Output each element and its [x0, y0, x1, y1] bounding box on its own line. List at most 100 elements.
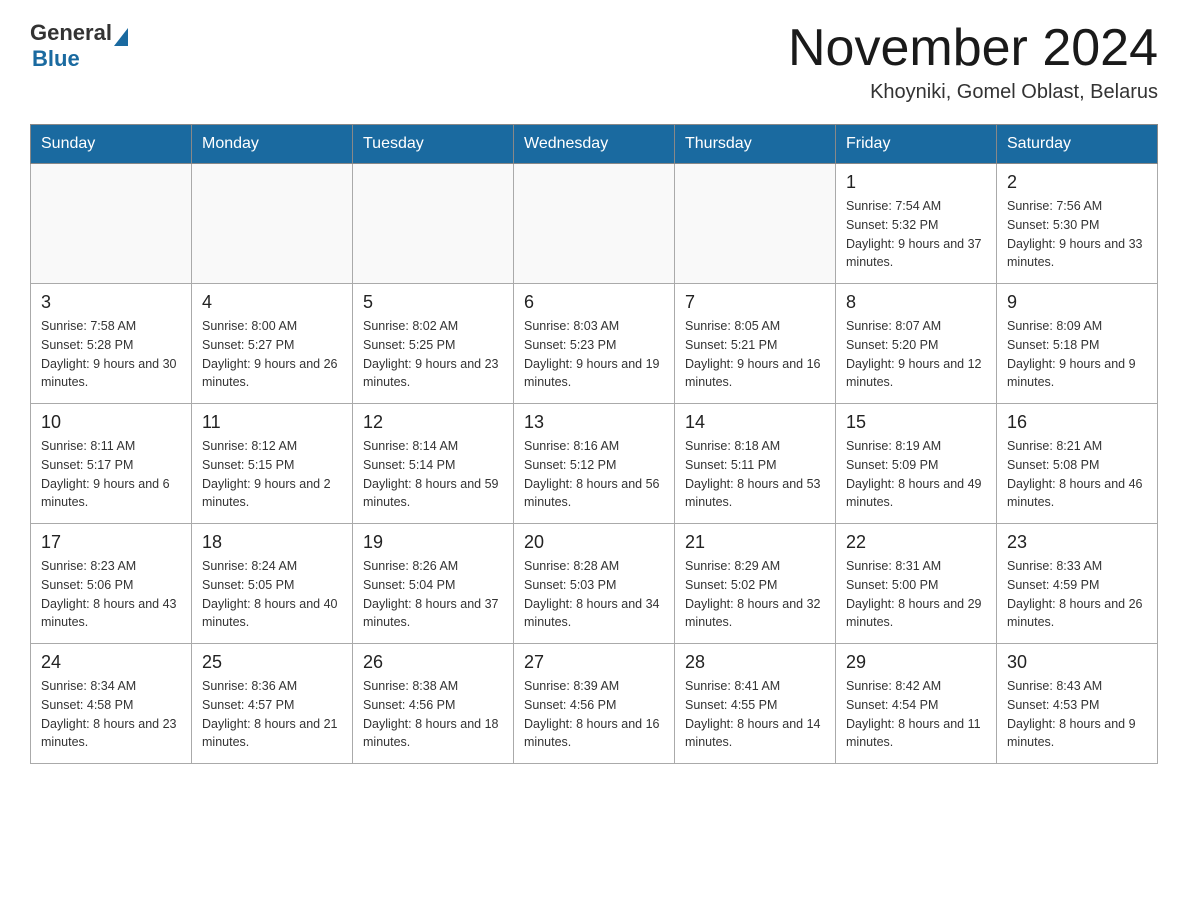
page-header: General Blue November 2024 Khoyniki, Gom… [30, 20, 1158, 104]
calendar-week-row: 1 Sunrise: 7:54 AMSunset: 5:32 PMDaylight… [31, 164, 1158, 284]
sun-info: Sunrise: 8:07 AMSunset: 5:20 PMDaylight:… [846, 317, 986, 392]
calendar-cell: 16 Sunrise: 8:21 AMSunset: 5:08 PMDayligh… [997, 404, 1158, 524]
calendar-cell: 20 Sunrise: 8:28 AMSunset: 5:03 PMDayligh… [514, 524, 675, 644]
day-number: 22 [846, 532, 986, 553]
day-number: 25 [202, 652, 342, 673]
day-number: 7 [685, 292, 825, 313]
calendar-cell: 25 Sunrise: 8:36 AMSunset: 4:57 PMDayligh… [192, 644, 353, 764]
sun-info: Sunrise: 8:09 AMSunset: 5:18 PMDaylight:… [1007, 317, 1147, 392]
calendar-week-row: 24 Sunrise: 8:34 AMSunset: 4:58 PMDayligh… [31, 644, 1158, 764]
sun-info: Sunrise: 8:14 AMSunset: 5:14 PMDaylight:… [363, 437, 503, 512]
calendar-cell: 23 Sunrise: 8:33 AMSunset: 4:59 PMDayligh… [997, 524, 1158, 644]
sun-info: Sunrise: 8:28 AMSunset: 5:03 PMDaylight:… [524, 557, 664, 632]
calendar-cell: 11 Sunrise: 8:12 AMSunset: 5:15 PMDayligh… [192, 404, 353, 524]
calendar-cell: 30 Sunrise: 8:43 AMSunset: 4:53 PMDayligh… [997, 644, 1158, 764]
calendar-cell: 27 Sunrise: 8:39 AMSunset: 4:56 PMDayligh… [514, 644, 675, 764]
sun-info: Sunrise: 8:12 AMSunset: 5:15 PMDaylight:… [202, 437, 342, 512]
sun-info: Sunrise: 8:38 AMSunset: 4:56 PMDaylight:… [363, 677, 503, 752]
sun-info: Sunrise: 8:23 AMSunset: 5:06 PMDaylight:… [41, 557, 181, 632]
sun-info: Sunrise: 8:34 AMSunset: 4:58 PMDaylight:… [41, 677, 181, 752]
calendar-cell: 2Sunrise: 7:56 AMSunset: 5:30 PMDaylight… [997, 164, 1158, 284]
calendar-cell: 17 Sunrise: 8:23 AMSunset: 5:06 PMDayligh… [31, 524, 192, 644]
day-number: 27 [524, 652, 664, 673]
day-number: 19 [363, 532, 503, 553]
location-title: Khoyniki, Gomel Oblast, Belarus [788, 81, 1158, 104]
sun-info: Sunrise: 8:19 AMSunset: 5:09 PMDaylight:… [846, 437, 986, 512]
weekday-header-thursday: Thursday [675, 125, 836, 164]
logo: General Blue [30, 20, 128, 72]
calendar-cell: 21Sunrise: 8:29 AMSunset: 5:02 PMDayligh… [675, 524, 836, 644]
calendar-cell: 7 Sunrise: 8:05 AMSunset: 5:21 PMDaylight… [675, 284, 836, 404]
day-number: 4 [202, 292, 342, 313]
calendar-week-row: 10Sunrise: 8:11 AMSunset: 5:17 PMDayligh… [31, 404, 1158, 524]
calendar-cell: 1 Sunrise: 7:54 AMSunset: 5:32 PMDaylight… [836, 164, 997, 284]
sun-info: Sunrise: 8:31 AMSunset: 5:00 PMDaylight:… [846, 557, 986, 632]
sun-info: Sunrise: 8:26 AMSunset: 5:04 PMDaylight:… [363, 557, 503, 632]
calendar-cell: 9Sunrise: 8:09 AMSunset: 5:18 PMDaylight… [997, 284, 1158, 404]
day-number: 1 [846, 172, 986, 193]
calendar-cell: 4 Sunrise: 8:00 AMSunset: 5:27 PMDaylight… [192, 284, 353, 404]
calendar-cell [192, 164, 353, 284]
sun-info: Sunrise: 8:43 AMSunset: 4:53 PMDaylight:… [1007, 677, 1147, 752]
day-number: 28 [685, 652, 825, 673]
calendar-cell [514, 164, 675, 284]
calendar-cell: 19 Sunrise: 8:26 AMSunset: 5:04 PMDayligh… [353, 524, 514, 644]
calendar-cell [675, 164, 836, 284]
month-title: November 2024 [788, 20, 1158, 77]
weekday-header-monday: Monday [192, 125, 353, 164]
calendar-cell: 10Sunrise: 8:11 AMSunset: 5:17 PMDayligh… [31, 404, 192, 524]
sun-info: Sunrise: 7:54 AMSunset: 5:32 PMDaylight:… [846, 197, 986, 272]
sun-info: Sunrise: 8:29 AMSunset: 5:02 PMDaylight:… [685, 557, 825, 632]
calendar-cell: 28 Sunrise: 8:41 AMSunset: 4:55 PMDayligh… [675, 644, 836, 764]
logo-triangle-icon [114, 28, 128, 46]
day-number: 3 [41, 292, 181, 313]
day-number: 26 [363, 652, 503, 673]
sun-info: Sunrise: 8:11 AMSunset: 5:17 PMDaylight:… [41, 437, 181, 512]
weekday-header-sunday: Sunday [31, 125, 192, 164]
day-number: 6 [524, 292, 664, 313]
day-number: 14 [685, 412, 825, 433]
day-number: 11 [202, 412, 342, 433]
day-number: 17 [41, 532, 181, 553]
day-number: 5 [363, 292, 503, 313]
sun-info: Sunrise: 7:58 AMSunset: 5:28 PMDaylight:… [41, 317, 181, 392]
calendar-cell: 24 Sunrise: 8:34 AMSunset: 4:58 PMDayligh… [31, 644, 192, 764]
day-number: 30 [1007, 652, 1147, 673]
day-number: 20 [524, 532, 664, 553]
day-number: 24 [41, 652, 181, 673]
calendar-week-row: 3 Sunrise: 7:58 AMSunset: 5:28 PMDaylight… [31, 284, 1158, 404]
calendar-cell [31, 164, 192, 284]
day-number: 8 [846, 292, 986, 313]
day-number: 23 [1007, 532, 1147, 553]
sun-info: Sunrise: 8:16 AMSunset: 5:12 PMDaylight:… [524, 437, 664, 512]
logo-blue-text: Blue [32, 46, 128, 72]
logo-general-text: General [30, 20, 112, 46]
calendar-cell: 15Sunrise: 8:19 AMSunset: 5:09 PMDayligh… [836, 404, 997, 524]
sun-info: Sunrise: 8:39 AMSunset: 4:56 PMDaylight:… [524, 677, 664, 752]
sun-info: Sunrise: 8:02 AMSunset: 5:25 PMDaylight:… [363, 317, 503, 392]
weekday-header-friday: Friday [836, 125, 997, 164]
calendar-cell: 5 Sunrise: 8:02 AMSunset: 5:25 PMDaylight… [353, 284, 514, 404]
weekday-header-tuesday: Tuesday [353, 125, 514, 164]
calendar-cell: 8 Sunrise: 8:07 AMSunset: 5:20 PMDaylight… [836, 284, 997, 404]
sun-info: Sunrise: 8:00 AMSunset: 5:27 PMDaylight:… [202, 317, 342, 392]
sun-info: Sunrise: 8:21 AMSunset: 5:08 PMDaylight:… [1007, 437, 1147, 512]
day-number: 13 [524, 412, 664, 433]
sun-info: Sunrise: 8:05 AMSunset: 5:21 PMDaylight:… [685, 317, 825, 392]
calendar-cell: 26 Sunrise: 8:38 AMSunset: 4:56 PMDayligh… [353, 644, 514, 764]
calendar-cell: 29Sunrise: 8:42 AMSunset: 4:54 PMDayligh… [836, 644, 997, 764]
weekday-header-saturday: Saturday [997, 125, 1158, 164]
day-number: 18 [202, 532, 342, 553]
calendar-cell: 18Sunrise: 8:24 AMSunset: 5:05 PMDayligh… [192, 524, 353, 644]
calendar-cell: 3 Sunrise: 7:58 AMSunset: 5:28 PMDaylight… [31, 284, 192, 404]
sun-info: Sunrise: 8:36 AMSunset: 4:57 PMDaylight:… [202, 677, 342, 752]
calendar-cell: 14Sunrise: 8:18 AMSunset: 5:11 PMDayligh… [675, 404, 836, 524]
sun-info: Sunrise: 8:33 AMSunset: 4:59 PMDaylight:… [1007, 557, 1147, 632]
day-number: 29 [846, 652, 986, 673]
calendar-cell: 13 Sunrise: 8:16 AMSunset: 5:12 PMDayligh… [514, 404, 675, 524]
day-number: 2 [1007, 172, 1147, 193]
day-number: 16 [1007, 412, 1147, 433]
sun-info: Sunrise: 8:41 AMSunset: 4:55 PMDaylight:… [685, 677, 825, 752]
calendar-header-row: SundayMondayTuesdayWednesdayThursdayFrid… [31, 125, 1158, 164]
day-number: 12 [363, 412, 503, 433]
